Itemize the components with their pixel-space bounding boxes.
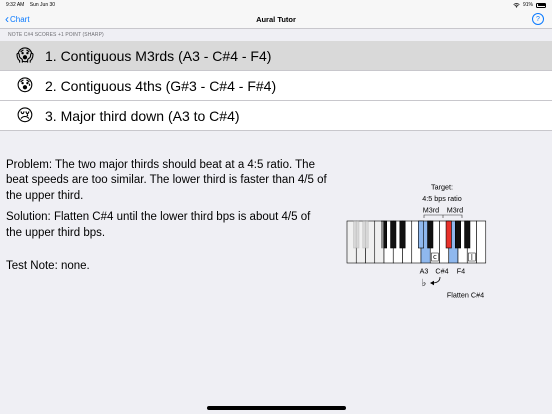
home-indicator — [207, 406, 346, 410]
middle-c-marker: c — [433, 253, 437, 261]
status-bar: 9:32 AM Sun Jun 30 91% — [0, 0, 552, 10]
piano-key-shade — [356, 221, 365, 263]
piano-black-key — [390, 220, 397, 249]
crying-face-icon: 😢 — [16, 105, 34, 126]
piano-white-key — [476, 220, 487, 264]
piano-black-key — [427, 220, 434, 249]
back-button[interactable]: ‹ Chart — [5, 13, 30, 25]
list-item[interactable]: 😱 1. Contiguous M3rds (A3 - C#4 - F4) — [0, 41, 552, 71]
piano-black-key — [445, 220, 452, 249]
keyboard: c — [346, 220, 487, 264]
piano-key-shade — [366, 221, 375, 263]
exercise-list: 😱 1. Contiguous M3rds (A3 - C#4 - F4) 😰 … — [0, 41, 552, 131]
note-label-cs4: C#4 — [435, 267, 448, 276]
list-item-label: 1. Contiguous M3rds (A3 - C#4 - F4) — [45, 47, 272, 64]
list-item[interactable]: 😢 3. Major third down (A3 to C#4) — [0, 101, 552, 131]
problem-text: Problem: The two major thirds should bea… — [6, 159, 327, 202]
list-item[interactable]: 😰 2. Contiguous 4ths (G#3 - C#4 - F#4) — [0, 71, 552, 101]
chevron-left-icon: ‹ — [5, 12, 9, 26]
status-date: Sun Jun 30 — [29, 2, 56, 8]
battery-icon — [536, 2, 546, 8]
page-title: Aural Tutor — [256, 14, 296, 24]
flat-symbol-icon: ♭ — [422, 278, 427, 289]
navigation-bar: ‹ Chart Aural Tutor ? — [0, 10, 552, 29]
battery-percent: 91% — [522, 2, 533, 8]
list-item-label: 2. Contiguous 4ths (G#3 - C#4 - F#4) — [45, 77, 277, 94]
status-left: 9:32 AM Sun Jun 30 — [6, 2, 59, 8]
status-time: 9:32 AM — [6, 2, 25, 8]
note-label-f4: F4 — [457, 267, 465, 276]
piano-black-key — [455, 220, 462, 249]
ratio-label: 4:5 bps ratio — [422, 194, 462, 203]
action-label: Flatten C#4 — [447, 291, 484, 300]
list-item-label: 3. Major third down (A3 to C#4) — [45, 107, 240, 124]
status-right: 91% — [513, 2, 546, 8]
section-header: NOTE C#4 SCORES +1 POINT (SHARP) — [8, 32, 104, 38]
anxious-face-icon: 😰 — [16, 75, 34, 96]
arrow-head — [430, 280, 434, 286]
piano-black-key — [399, 220, 406, 249]
piano-key-shade — [347, 221, 356, 263]
keyboard-diagram: Target: 4:5 bps ratio M3rd M3rd c A3 C#4… — [346, 183, 487, 300]
screaming-face-icon: 😱 — [16, 45, 34, 66]
note-label-a3: A3 — [420, 267, 429, 276]
piano-black-key — [464, 220, 471, 249]
target-label: Target: — [431, 183, 453, 192]
interval-label-lower: M3rd — [423, 206, 439, 215]
piano-key-shade — [375, 221, 384, 263]
solution-text: Solution: Flatten C#4 until the lower th… — [6, 211, 311, 239]
explanation-text: Problem: The two major thirds should bea… — [6, 158, 328, 280]
wifi-icon — [513, 2, 520, 8]
back-button-label: Chart — [10, 14, 30, 24]
interval-label-upper: M3rd — [447, 206, 463, 215]
piano-black-key — [418, 220, 425, 249]
test-note-text: Test Note: none. — [6, 260, 90, 273]
help-button[interactable]: ? — [532, 13, 544, 25]
